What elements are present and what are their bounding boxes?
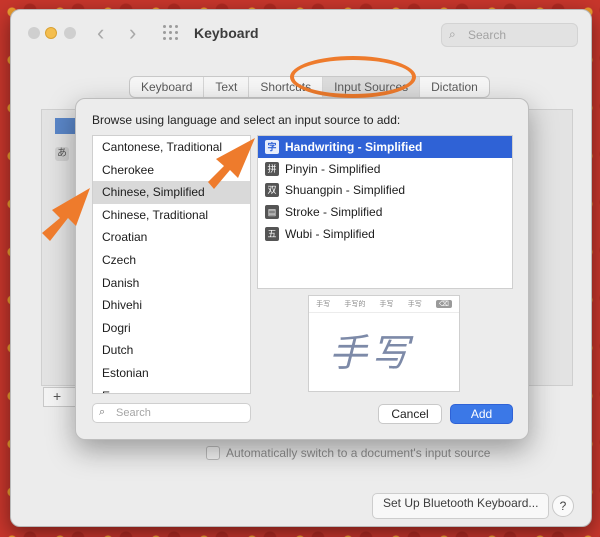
- stroke-icon: ▤: [265, 205, 279, 220]
- zoom-button[interactable]: [64, 27, 76, 39]
- language-item-selected[interactable]: Chinese, Simplified: [93, 181, 250, 204]
- tab-dictation[interactable]: Dictation: [420, 77, 489, 97]
- language-item[interactable]: Cantonese, Traditional: [93, 136, 250, 159]
- source-item[interactable]: 拼 Pinyin - Simplified: [258, 158, 512, 180]
- source-label: Wubi - Simplified: [285, 227, 375, 242]
- delete-key-icon: ⌫: [435, 300, 452, 308]
- source-label: Handwriting - Simplified: [285, 139, 423, 154]
- language-item[interactable]: E...: [93, 385, 250, 393]
- back-icon[interactable]: ‹: [97, 20, 104, 46]
- search-icon: ⌕: [449, 27, 456, 41]
- candidate: 手写的: [344, 301, 366, 308]
- title-bar: ‹ › Keyboard ⌕ Search: [11, 10, 591, 56]
- search-placeholder: Search: [468, 28, 507, 42]
- language-item[interactable]: Dogri: [93, 317, 250, 340]
- language-item[interactable]: Danish: [93, 272, 250, 295]
- window-title: Keyboard: [194, 25, 259, 41]
- source-item[interactable]: 五 Wubi - Simplified: [258, 223, 512, 245]
- search-placeholder: Search: [116, 407, 151, 419]
- language-item[interactable]: Dutch: [93, 339, 250, 362]
- add-source-button[interactable]: +: [53, 388, 61, 404]
- language-item[interactable]: Estonian: [93, 362, 250, 385]
- search-icon: ⌕: [99, 406, 106, 418]
- dialog-prompt: Browse using language and select an inpu…: [92, 113, 401, 127]
- handwriting-icon: 字: [265, 139, 279, 154]
- source-label: Stroke - Simplified: [285, 205, 383, 220]
- language-list[interactable]: Cantonese, Traditional Cherokee Chinese,…: [92, 135, 251, 394]
- source-label: Shuangpin - Simplified: [285, 183, 406, 198]
- language-item[interactable]: Croatian: [93, 226, 250, 249]
- tab-text[interactable]: Text: [204, 77, 250, 97]
- pinyin-icon: 拼: [265, 161, 279, 176]
- source-item[interactable]: ▤ Stroke - Simplified: [258, 201, 512, 223]
- close-button[interactable]: [28, 27, 40, 39]
- auto-switch-checkbox[interactable]: [206, 446, 220, 460]
- language-item[interactable]: Cherokee: [93, 159, 250, 182]
- candidate: 手写: [379, 301, 394, 308]
- help-button[interactable]: ?: [552, 495, 574, 517]
- japanese-input-icon[interactable]: あ: [55, 147, 69, 161]
- show-all-grid-icon[interactable]: [163, 25, 181, 43]
- annotation-ring: [290, 56, 416, 98]
- auto-switch-label: Automatically switch to a document's inp…: [226, 446, 491, 460]
- language-item[interactable]: Dhivehi: [93, 294, 250, 317]
- language-item[interactable]: Chinese, Traditional: [93, 204, 250, 227]
- handwriting-sample: 手写: [329, 331, 414, 375]
- input-source-list[interactable]: 字 Handwriting - Simplified 拼 Pinyin - Si…: [257, 135, 513, 289]
- language-item[interactable]: Czech: [93, 249, 250, 272]
- preferences-search-field[interactable]: ⌕ Search: [441, 23, 578, 47]
- language-search-field[interactable]: ⌕ Search: [92, 403, 251, 423]
- forward-icon[interactable]: ›: [129, 20, 136, 46]
- wubi-icon: 五: [265, 227, 279, 242]
- handwriting-preview: 手写 手写的 手写 手写 ⌫ 手写: [308, 295, 460, 392]
- setup-bluetooth-keyboard-button[interactable]: Set Up Bluetooth Keyboard...: [372, 493, 550, 519]
- candidate: 手写: [407, 301, 422, 308]
- add-input-source-dialog: Browse using language and select an inpu…: [75, 98, 529, 440]
- shuangpin-icon: 双: [265, 183, 279, 198]
- minimize-button[interactable]: [45, 27, 57, 39]
- source-item-selected[interactable]: 字 Handwriting - Simplified: [258, 136, 512, 158]
- source-label: Pinyin - Simplified: [285, 161, 381, 176]
- cancel-button[interactable]: Cancel: [378, 404, 442, 424]
- add-button[interactable]: Add: [450, 404, 513, 424]
- tab-keyboard[interactable]: Keyboard: [130, 77, 205, 97]
- candidate-bar: 手写 手写的 手写 手写 ⌫: [309, 296, 459, 313]
- candidate: 手写: [316, 301, 331, 308]
- source-item[interactable]: 双 Shuangpin - Simplified: [258, 180, 512, 202]
- auto-switch-option[interactable]: Automatically switch to a document's inp…: [206, 446, 490, 460]
